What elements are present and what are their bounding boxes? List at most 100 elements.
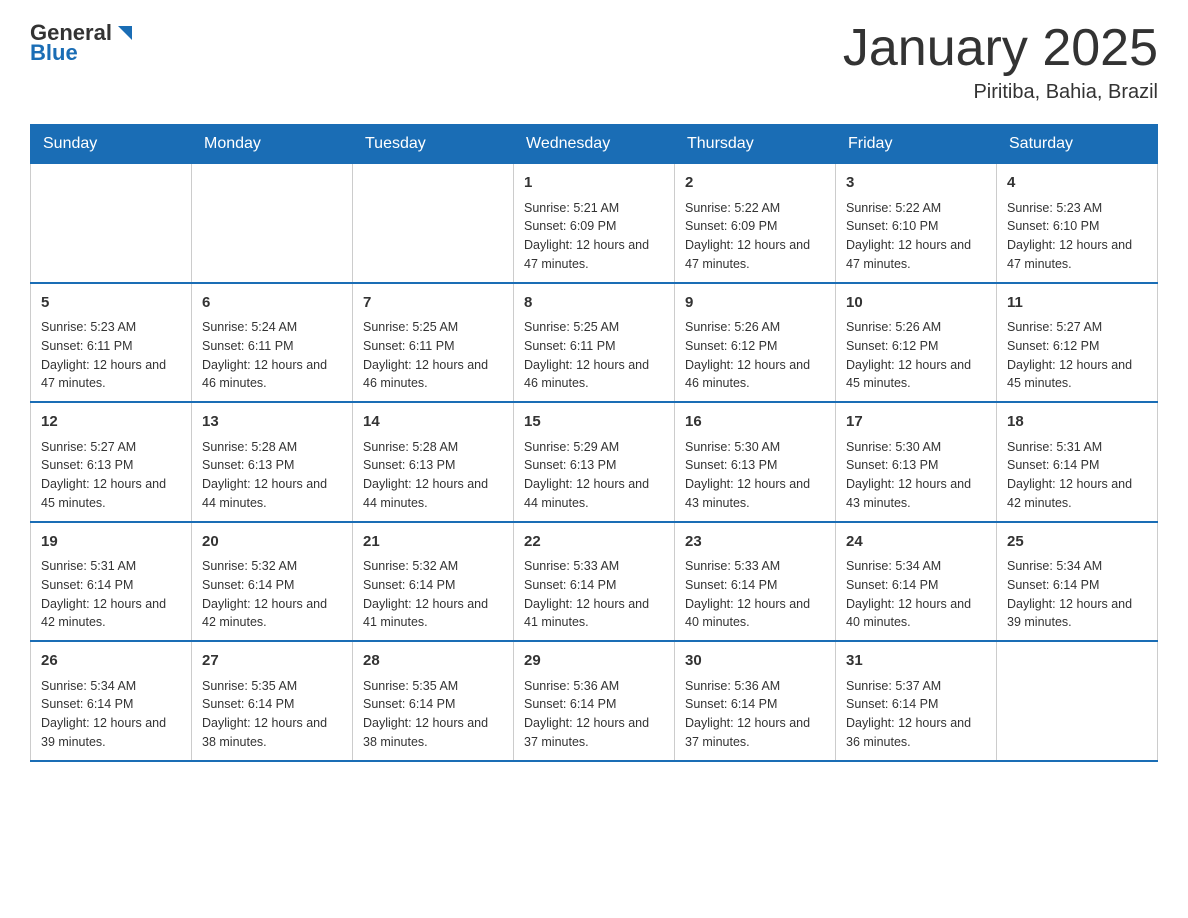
day-cell: 7Sunrise: 5:25 AM Sunset: 6:11 PM Daylig… <box>353 283 514 403</box>
day-number: 29 <box>524 650 664 673</box>
day-info: Sunrise: 5:33 AM Sunset: 6:14 PM Dayligh… <box>524 557 664 632</box>
day-number: 3 <box>846 172 986 195</box>
day-number: 10 <box>846 292 986 315</box>
day-number: 30 <box>685 650 825 673</box>
calendar-body: 1 Sunrise: 5:21 AM Sunset: 6:09 PM Daylig… <box>31 164 1158 761</box>
day-number: 28 <box>363 650 503 673</box>
week-row-5: 26Sunrise: 5:34 AM Sunset: 6:14 PM Dayli… <box>31 641 1158 761</box>
day-info: Sunrise: 5:32 AM Sunset: 6:14 PM Dayligh… <box>363 557 503 632</box>
day-cell: 1 Sunrise: 5:21 AM Sunset: 6:09 PM Daylig… <box>514 164 675 283</box>
day-cell: 11Sunrise: 5:27 AM Sunset: 6:12 PM Dayli… <box>997 283 1158 403</box>
day-number: 17 <box>846 411 986 434</box>
header-cell-thursday: Thursday <box>675 125 836 164</box>
day-cell: 16Sunrise: 5:30 AM Sunset: 6:13 PM Dayli… <box>675 402 836 522</box>
day-cell: 4Sunrise: 5:23 AM Sunset: 6:10 PM Daylig… <box>997 164 1158 283</box>
day-cell: 28Sunrise: 5:35 AM Sunset: 6:14 PM Dayli… <box>353 641 514 761</box>
calendar-table: SundayMondayTuesdayWednesdayThursdayFrid… <box>30 124 1158 762</box>
header-cell-monday: Monday <box>192 125 353 164</box>
day-info: Sunrise: 5:23 AM Sunset: 6:11 PM Dayligh… <box>41 318 181 393</box>
day-cell: 30 Sunrise: 5:36 AM Sunset: 6:14 PM Dayli… <box>675 641 836 761</box>
week-row-2: 5 Sunrise: 5:23 AM Sunset: 6:11 PM Daylig… <box>31 283 1158 403</box>
day-cell: 8 Sunrise: 5:25 AM Sunset: 6:11 PM Daylig… <box>514 283 675 403</box>
day-cell: 3 Sunrise: 5:22 AM Sunset: 6:10 PM Daylig… <box>836 164 997 283</box>
logo-triangle-icon <box>114 22 136 44</box>
day-cell: 19Sunrise: 5:31 AM Sunset: 6:14 PM Dayli… <box>31 522 192 642</box>
day-info: Sunrise: 5:26 AM Sunset: 6:12 PM Dayligh… <box>685 318 825 393</box>
day-info: Sunrise: 5:21 AM Sunset: 6:09 PM Dayligh… <box>524 199 664 274</box>
location-title: Piritiba, Bahia, Brazil <box>843 81 1158 104</box>
day-info: Sunrise: 5:36 AM Sunset: 6:14 PM Dayligh… <box>685 677 825 752</box>
day-info: Sunrise: 5:22 AM Sunset: 6:10 PM Dayligh… <box>846 199 986 274</box>
day-cell: 17 Sunrise: 5:30 AM Sunset: 6:13 PM Dayli… <box>836 402 997 522</box>
day-cell: 10 Sunrise: 5:26 AM Sunset: 6:12 PM Dayli… <box>836 283 997 403</box>
header-cell-tuesday: Tuesday <box>353 125 514 164</box>
day-cell: 13 Sunrise: 5:28 AM Sunset: 6:13 PM Dayli… <box>192 402 353 522</box>
day-number: 1 <box>524 172 664 195</box>
day-cell: 9 Sunrise: 5:26 AM Sunset: 6:12 PM Daylig… <box>675 283 836 403</box>
day-info: Sunrise: 5:26 AM Sunset: 6:12 PM Dayligh… <box>846 318 986 393</box>
day-info: Sunrise: 5:28 AM Sunset: 6:13 PM Dayligh… <box>363 438 503 513</box>
day-number: 18 <box>1007 411 1147 434</box>
week-row-1: 1 Sunrise: 5:21 AM Sunset: 6:09 PM Daylig… <box>31 164 1158 283</box>
day-number: 12 <box>41 411 181 434</box>
day-info: Sunrise: 5:24 AM Sunset: 6:11 PM Dayligh… <box>202 318 342 393</box>
day-info: Sunrise: 5:22 AM Sunset: 6:09 PM Dayligh… <box>685 199 825 274</box>
day-cell: 20 Sunrise: 5:32 AM Sunset: 6:14 PM Dayli… <box>192 522 353 642</box>
day-info: Sunrise: 5:33 AM Sunset: 6:14 PM Dayligh… <box>685 557 825 632</box>
day-info: Sunrise: 5:35 AM Sunset: 6:14 PM Dayligh… <box>202 677 342 752</box>
day-number: 14 <box>363 411 503 434</box>
day-cell: 31 Sunrise: 5:37 AM Sunset: 6:14 PM Dayli… <box>836 641 997 761</box>
day-number: 31 <box>846 650 986 673</box>
header-row: SundayMondayTuesdayWednesdayThursdayFrid… <box>31 125 1158 164</box>
day-number: 13 <box>202 411 342 434</box>
day-info: Sunrise: 5:32 AM Sunset: 6:14 PM Dayligh… <box>202 557 342 632</box>
day-number: 26 <box>41 650 181 673</box>
day-info: Sunrise: 5:25 AM Sunset: 6:11 PM Dayligh… <box>363 318 503 393</box>
day-number: 19 <box>41 531 181 554</box>
day-number: 4 <box>1007 172 1147 195</box>
page-header: General Blue January 2025 Piritiba, Bahi… <box>30 20 1158 104</box>
day-number: 2 <box>685 172 825 195</box>
day-cell: 14 Sunrise: 5:28 AM Sunset: 6:13 PM Dayli… <box>353 402 514 522</box>
day-number: 15 <box>524 411 664 434</box>
day-cell: 21 Sunrise: 5:32 AM Sunset: 6:14 PM Dayli… <box>353 522 514 642</box>
day-cell: 25 Sunrise: 5:34 AM Sunset: 6:14 PM Dayli… <box>997 522 1158 642</box>
day-number: 5 <box>41 292 181 315</box>
calendar-header: SundayMondayTuesdayWednesdayThursdayFrid… <box>31 125 1158 164</box>
month-title: January 2025 <box>843 20 1158 77</box>
day-cell: 18 Sunrise: 5:31 AM Sunset: 6:14 PM Dayli… <box>997 402 1158 522</box>
day-cell: 6Sunrise: 5:24 AM Sunset: 6:11 PM Daylig… <box>192 283 353 403</box>
day-info: Sunrise: 5:37 AM Sunset: 6:14 PM Dayligh… <box>846 677 986 752</box>
day-number: 20 <box>202 531 342 554</box>
day-cell: 29 Sunrise: 5:36 AM Sunset: 6:14 PM Dayli… <box>514 641 675 761</box>
day-number: 24 <box>846 531 986 554</box>
day-info: Sunrise: 5:34 AM Sunset: 6:14 PM Dayligh… <box>846 557 986 632</box>
day-number: 23 <box>685 531 825 554</box>
header-cell-saturday: Saturday <box>997 125 1158 164</box>
day-info: Sunrise: 5:25 AM Sunset: 6:11 PM Dayligh… <box>524 318 664 393</box>
day-info: Sunrise: 5:30 AM Sunset: 6:13 PM Dayligh… <box>846 438 986 513</box>
day-cell <box>997 641 1158 761</box>
title-block: January 2025 Piritiba, Bahia, Brazil <box>843 20 1158 104</box>
header-cell-sunday: Sunday <box>31 125 192 164</box>
day-cell: 26Sunrise: 5:34 AM Sunset: 6:14 PM Dayli… <box>31 641 192 761</box>
day-info: Sunrise: 5:29 AM Sunset: 6:13 PM Dayligh… <box>524 438 664 513</box>
day-cell: 27 Sunrise: 5:35 AM Sunset: 6:14 PM Dayli… <box>192 641 353 761</box>
day-info: Sunrise: 5:31 AM Sunset: 6:14 PM Dayligh… <box>1007 438 1147 513</box>
day-info: Sunrise: 5:28 AM Sunset: 6:13 PM Dayligh… <box>202 438 342 513</box>
logo: General Blue <box>30 20 136 66</box>
day-cell <box>31 164 192 283</box>
day-info: Sunrise: 5:27 AM Sunset: 6:13 PM Dayligh… <box>41 438 181 513</box>
day-cell: 5 Sunrise: 5:23 AM Sunset: 6:11 PM Daylig… <box>31 283 192 403</box>
day-info: Sunrise: 5:34 AM Sunset: 6:14 PM Dayligh… <box>1007 557 1147 632</box>
day-number: 21 <box>363 531 503 554</box>
day-number: 8 <box>524 292 664 315</box>
logo-blue-text: Blue <box>30 40 78 66</box>
day-cell: 2 Sunrise: 5:22 AM Sunset: 6:09 PM Daylig… <box>675 164 836 283</box>
day-cell: 23 Sunrise: 5:33 AM Sunset: 6:14 PM Dayli… <box>675 522 836 642</box>
day-number: 25 <box>1007 531 1147 554</box>
day-info: Sunrise: 5:36 AM Sunset: 6:14 PM Dayligh… <box>524 677 664 752</box>
day-number: 27 <box>202 650 342 673</box>
day-cell: 12 Sunrise: 5:27 AM Sunset: 6:13 PM Dayli… <box>31 402 192 522</box>
day-number: 9 <box>685 292 825 315</box>
